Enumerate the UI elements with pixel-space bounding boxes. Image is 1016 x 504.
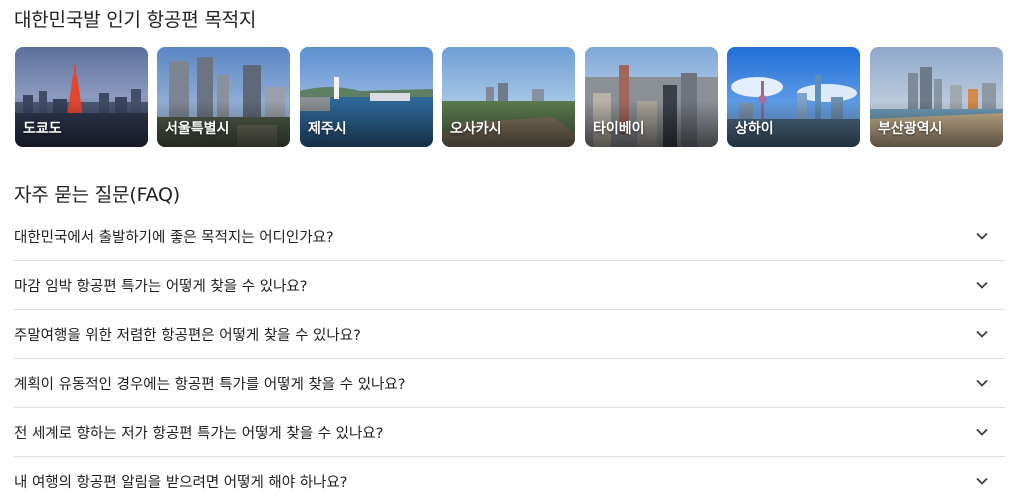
destination-card-busan[interactable]: 부산광역시: [870, 47, 1003, 147]
chevron-down-icon[interactable]: [975, 327, 989, 341]
destination-card-osaka[interactable]: 오사카시: [442, 47, 575, 147]
destination-label: 상하이: [735, 121, 774, 137]
destination-card-seoul[interactable]: 서울특별시: [157, 47, 290, 147]
chevron-down-icon[interactable]: [975, 278, 989, 292]
destination-card-shanghai[interactable]: 상하이: [727, 47, 860, 147]
destination-card-taipei[interactable]: 타이베이: [585, 47, 718, 147]
destination-label: 도쿄도: [23, 121, 62, 137]
destination-card-jeju[interactable]: 제주시: [300, 47, 433, 147]
faq-question: 전 세계로 향하는 저가 항공편 특가는 어떻게 찾을 수 있나요?: [14, 426, 384, 442]
destination-label: 제주시: [308, 121, 347, 137]
faq-title: 자주 묻는 질문(FAQ): [14, 184, 180, 206]
chevron-down-icon[interactable]: [975, 376, 989, 390]
destination-cards: 도쿄도 서울특별시 제주시 오사카시 타이베이 상하이 부산광역시: [15, 47, 1005, 147]
destination-label: 서울특별시: [165, 121, 230, 137]
destination-label: 타이베이: [593, 121, 645, 137]
faq-question: 대한민국에서 출발하기에 좋은 목적지는 어디인가요?: [14, 230, 334, 246]
faq-question: 계획이 유동적인 경우에는 항공편 특가를 어떻게 찾을 수 있나요?: [14, 377, 406, 393]
faq-question: 마감 임박 항공편 특가는 어떻게 찾을 수 있나요?: [14, 279, 308, 295]
faq-item[interactable]: 내 여행의 항공편 알림을 받으려면 어떻게 해야 하나요?: [14, 457, 1005, 504]
chevron-down-icon[interactable]: [975, 229, 989, 243]
destination-card-tokyo[interactable]: 도쿄도: [15, 47, 148, 147]
destination-label: 오사카시: [450, 121, 502, 137]
faq-question: 주말여행을 위한 저렴한 항공편은 어떻게 찾을 수 있나요?: [14, 328, 361, 344]
destinations-title: 대한민국발 인기 항공편 목적지: [14, 9, 257, 31]
faq-item[interactable]: 대한민국에서 출발하기에 좋은 목적지는 어디인가요?: [14, 212, 1005, 261]
faq-item[interactable]: 주말여행을 위한 저렴한 항공편은 어떻게 찾을 수 있나요?: [14, 310, 1005, 359]
faq-item[interactable]: 마감 임박 항공편 특가는 어떻게 찾을 수 있나요?: [14, 261, 1005, 310]
chevron-down-icon[interactable]: [975, 425, 989, 439]
destination-label: 부산광역시: [878, 121, 943, 137]
chevron-down-icon[interactable]: [975, 474, 989, 488]
faq-item[interactable]: 계획이 유동적인 경우에는 항공편 특가를 어떻게 찾을 수 있나요?: [14, 359, 1005, 408]
faq-question: 내 여행의 항공편 알림을 받으려면 어떻게 해야 하나요?: [14, 475, 348, 491]
faq-item[interactable]: 전 세계로 향하는 저가 항공편 특가는 어떻게 찾을 수 있나요?: [14, 408, 1005, 457]
faq-list: 대한민국에서 출발하기에 좋은 목적지는 어디인가요? 마감 임박 항공편 특가…: [14, 212, 1005, 504]
